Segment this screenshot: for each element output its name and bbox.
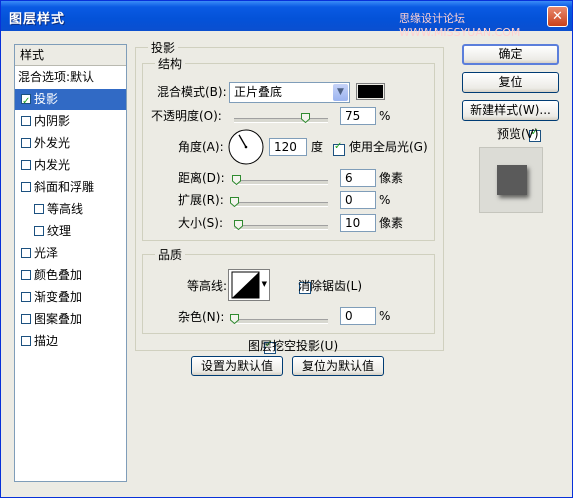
global-light-checkbox[interactable] [333,141,345,156]
sidebar-item-label: 斜面和浮雕 [34,180,95,194]
preview-label[interactable]: 预览(V) [497,125,539,143]
distance-unit: 像素 [379,171,404,185]
layer-style-dialog: 图层样式 思缘设计论坛 WWW.MISSYUAN.COM ✕ 样式 混合选项:默… [0,0,573,498]
window-title: 图层样式 [9,12,66,27]
sidebar-item-label: 光泽 [34,246,59,260]
opacity-label: 不透明度(O): [151,109,222,123]
sidebar-item-label: 渐变叠加 [34,290,83,304]
sidebar-item[interactable]: 纹理 [15,221,126,242]
size-slider-track[interactable] [234,225,328,230]
sidebar-item-label: 颜色叠加 [34,268,83,282]
sidebar-item[interactable]: 投影 [15,89,126,112]
style-preview-thumbnail [479,147,543,213]
sidebar-item[interactable]: 描边 [15,331,126,352]
sidebar-item-checkbox[interactable] [21,313,31,324]
spread-label: 扩展(R): [178,193,224,207]
sidebar-item[interactable]: 内发光 [15,155,126,176]
knockout-label[interactable]: 图层挖空投影(U) [248,337,338,355]
contour-dropdown-icon[interactable]: ▼ [262,280,267,288]
sidebar-item-blending-options[interactable]: 混合选项:默认 [15,67,126,88]
sidebar-item-checkbox[interactable] [21,291,31,302]
sidebar-item-label: 等高线 [47,202,84,216]
shadow-color-swatch[interactable] [356,83,385,100]
size-unit: 像素 [379,216,404,230]
sidebar-item-checkbox[interactable] [21,269,31,280]
sidebar-item-checkbox[interactable] [21,335,31,346]
sidebar-item[interactable]: 斜面和浮雕 [15,177,126,198]
distance-label: 距离(D): [178,171,225,185]
styles-header: 样式 [15,45,126,66]
sidebar-item[interactable]: 外发光 [15,133,126,154]
sidebar-item-checkbox[interactable] [21,137,31,148]
distance-slider-track[interactable] [234,180,328,185]
noise-unit: % [379,309,391,323]
noise-label: 杂色(N): [178,310,225,324]
sidebar-item[interactable]: 图案叠加 [15,309,126,330]
reset-default-button[interactable]: 复位为默认值 [292,356,384,376]
blend-mode-value: 正片叠底 [234,85,283,99]
sidebar-item-label: 投影 [34,92,59,106]
sidebar-item[interactable]: 颜色叠加 [15,265,126,286]
sidebar-item-label: 外发光 [34,136,71,150]
spread-unit: % [379,193,391,207]
sidebar-item-label: 图案叠加 [34,312,83,326]
contour-curve-icon [231,271,260,299]
spread-input[interactable]: 0 [340,191,376,209]
sidebar-item-checkbox[interactable] [21,91,31,112]
spread-slider-track[interactable] [234,202,328,207]
sidebar-item-checkbox[interactable] [34,225,44,236]
title-bar[interactable]: 图层样式 思缘设计论坛 WWW.MISSYUAN.COM ✕ [1,1,572,39]
noise-input[interactable]: 0 [340,307,376,325]
angle-unit: 度 [311,140,324,154]
sidebar-item-checkbox[interactable] [34,203,44,214]
drop-shadow-title: 投影 [148,39,179,56]
ok-button[interactable]: 确定 [462,44,559,65]
sidebar-item[interactable]: 渐变叠加 [15,287,126,308]
distance-input[interactable]: 6 [340,169,376,187]
contour-label: 等高线: [187,279,228,293]
preview-square [497,165,527,195]
angle-dial[interactable] [227,128,265,166]
opacity-slider-track[interactable] [234,118,328,123]
chevron-down-icon[interactable]: ▼ [333,84,348,101]
distance-slider-thumb[interactable] [231,175,241,185]
global-light-label[interactable]: 使用全局光(G) [349,138,428,156]
opacity-input[interactable]: 75 [340,107,376,125]
new-style-button[interactable]: 新建样式(W)... [462,100,559,121]
blend-mode-label: 混合模式(B): [157,85,227,99]
sidebar-item[interactable]: 内阴影 [15,111,126,132]
sidebar-item-label: 描边 [34,334,59,348]
sidebar-item[interactable]: 光泽 [15,243,126,264]
size-input[interactable]: 10 [340,214,376,232]
angle-label: 角度(A): [178,140,224,154]
spread-slider-thumb[interactable] [230,197,239,207]
blend-mode-select[interactable]: 正片叠底 ▼ [229,82,350,103]
sidebar-item-label: 纹理 [47,224,72,238]
contour-picker[interactable]: ▼ [228,269,270,301]
opacity-unit: % [379,109,391,123]
structure-title: 结构 [155,55,186,72]
antialias-label[interactable]: 消除锯齿(L) [298,277,362,295]
sidebar-item-label: 内发光 [34,158,71,172]
angle-input[interactable]: 120 [269,138,307,156]
opacity-slider-thumb[interactable] [300,113,310,123]
sidebar-item-label: 内阴影 [34,114,71,128]
close-button[interactable]: ✕ [547,6,568,27]
reset-button[interactable]: 复位 [462,72,559,93]
styles-list: 样式 混合选项:默认 投影内阴影外发光内发光斜面和浮雕等高线纹理光泽颜色叠加渐变… [14,44,127,482]
sidebar-item-checkbox[interactable] [21,159,31,170]
noise-slider-thumb[interactable] [230,314,239,324]
size-slider-thumb[interactable] [233,220,243,230]
set-default-button[interactable]: 设置为默认值 [191,356,283,376]
size-label: 大小(S): [178,216,224,230]
sidebar-item-checkbox[interactable] [21,181,31,192]
sidebar-item[interactable]: 等高线 [15,199,126,220]
noise-slider-track[interactable] [234,319,328,324]
sidebar-item-checkbox[interactable] [21,247,31,258]
sidebar-item-checkbox[interactable] [21,115,31,126]
shadow-color-fill [358,85,383,98]
quality-title: 品质 [155,246,186,263]
